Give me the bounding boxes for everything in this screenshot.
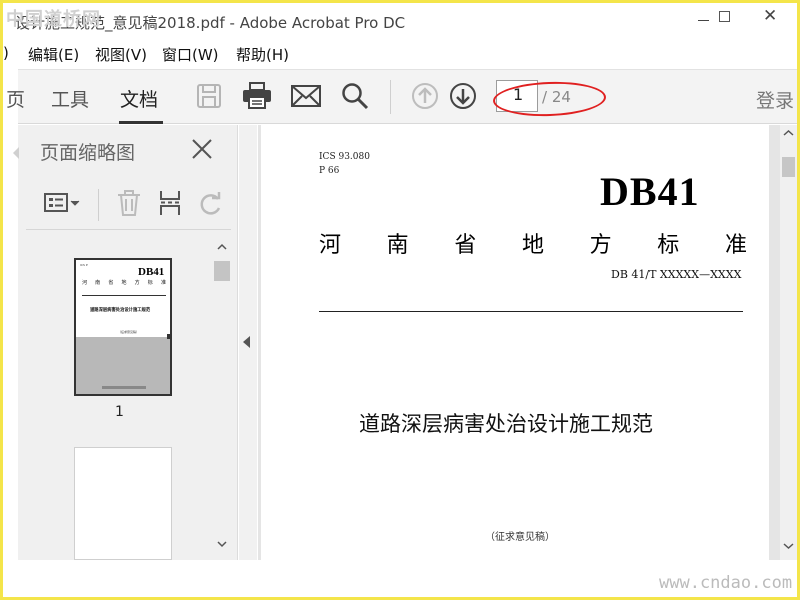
draft-note: （征求意见稿） (485, 532, 555, 543)
thumbnail-options-icon[interactable] (44, 192, 84, 218)
standard-title: 河 南 省 地 方 标 准 (319, 227, 747, 259)
thumb-main-title: 道路深层病害处治设计施工规范 (90, 308, 151, 313)
watermark-url: www.cndao.com (659, 573, 793, 593)
thumb-selection-handle (167, 334, 170, 339)
search-icon[interactable] (340, 81, 370, 111)
tab-document[interactable]: 文档 (120, 85, 158, 112)
thumbnail-scroll-thumb[interactable] (214, 261, 230, 281)
page-down-icon[interactable] (448, 81, 478, 111)
insert-page-icon[interactable] (158, 189, 184, 221)
thumbnail-scrollbar[interactable] (213, 239, 231, 560)
ics-code: ICS 93.080 (319, 152, 370, 162)
scroll-down-arrow-icon (217, 541, 227, 548)
tab-home[interactable]: 页 (6, 85, 25, 112)
page-thumbnails-panel: 页面缩略图 ICS P DB41 河南省地方标准 道路深层病害处治设计施工规范 … (13, 125, 238, 560)
standard-number: DB 41/T XXXXX—XXXX (611, 268, 742, 281)
thumb-footer-text (102, 386, 146, 389)
thumb-header-text: ICS P (80, 263, 88, 267)
menu-edit[interactable]: 编辑(E) (28, 44, 79, 65)
active-tab-indicator (119, 121, 163, 124)
close-button[interactable]: ✕ (763, 6, 777, 26)
document-main-title: 道路深层病害处治设计施工规范 (359, 412, 653, 436)
std-title-char: 南 (386, 233, 409, 258)
doc-scroll-up-icon (783, 129, 794, 136)
page-thumbnail[interactable]: ICS P DB41 河南省地方标准 道路深层病害处治设计施工规范 （征求意见稿… (74, 258, 172, 396)
watermark-logo: 中国道桥网 (6, 9, 101, 30)
panel-title: 页面缩略图 (40, 142, 136, 164)
std-title-char: 标 (657, 233, 680, 258)
close-panel-icon[interactable] (190, 137, 214, 161)
maximize-button[interactable] (719, 11, 730, 22)
page-up-icon[interactable] (410, 81, 440, 111)
menu-help[interactable]: 帮助(H) (236, 44, 289, 65)
rotate-icon[interactable] (198, 191, 224, 221)
menu-file[interactable]: ) (3, 44, 9, 62)
email-icon[interactable] (291, 81, 321, 111)
document-scroll-thumb[interactable] (782, 157, 795, 177)
std-title-char: 方 (589, 233, 612, 258)
delete-icon[interactable] (116, 189, 142, 221)
menu-window[interactable]: 窗口(W) (162, 44, 219, 65)
scroll-up-arrow-icon (217, 243, 227, 250)
collapse-arrow-icon[interactable] (243, 336, 250, 348)
document-rule (319, 311, 743, 312)
p-code: P 66 (319, 166, 340, 176)
thumb-draft-note: （征求意见稿） (118, 330, 140, 334)
thumb-std-title: 河南省地方标准 (82, 280, 166, 286)
toolbar-separator (390, 80, 391, 114)
std-title-char: 河 (319, 233, 342, 258)
std-title-char: 地 (521, 233, 544, 258)
std-title-char: 省 (454, 233, 477, 258)
thumb-rule (82, 295, 166, 296)
acrobat-window: 设计施工规范_意见稿2018.pdf - Adobe Acrobat Pro D… (3, 3, 797, 597)
std-title-char: 准 (724, 233, 747, 258)
thumb-db-code: DB41 (138, 266, 165, 278)
title-bar: 设计施工规范_意见稿2018.pdf - Adobe Acrobat Pro D… (3, 3, 797, 38)
login-link[interactable]: 登录 (756, 86, 794, 113)
page-thumbnail[interactable] (74, 447, 172, 560)
panel-divider (26, 229, 231, 230)
document-scrollbar[interactable] (780, 125, 797, 560)
db-code: DB41 (600, 169, 700, 214)
thumbnail-page-number: 1 (115, 404, 124, 420)
panel-toolbar (18, 183, 238, 225)
panel-tool-separator (98, 189, 99, 221)
print-icon[interactable] (242, 81, 272, 111)
doc-scroll-down-icon (783, 543, 794, 550)
save-icon[interactable] (194, 81, 224, 111)
panel-notch (13, 147, 19, 159)
menu-bar: ) 编辑(E) 视图(V) 窗口(W) 帮助(H) (3, 38, 797, 68)
thumb-gray-section (76, 337, 170, 394)
minimize-button[interactable] (695, 9, 715, 29)
tab-tools[interactable]: 工具 (51, 85, 89, 112)
main-toolbar: 页 工具 文档 1 / 24 登录 (6, 69, 797, 124)
menu-view[interactable]: 视图(V) (95, 44, 147, 65)
